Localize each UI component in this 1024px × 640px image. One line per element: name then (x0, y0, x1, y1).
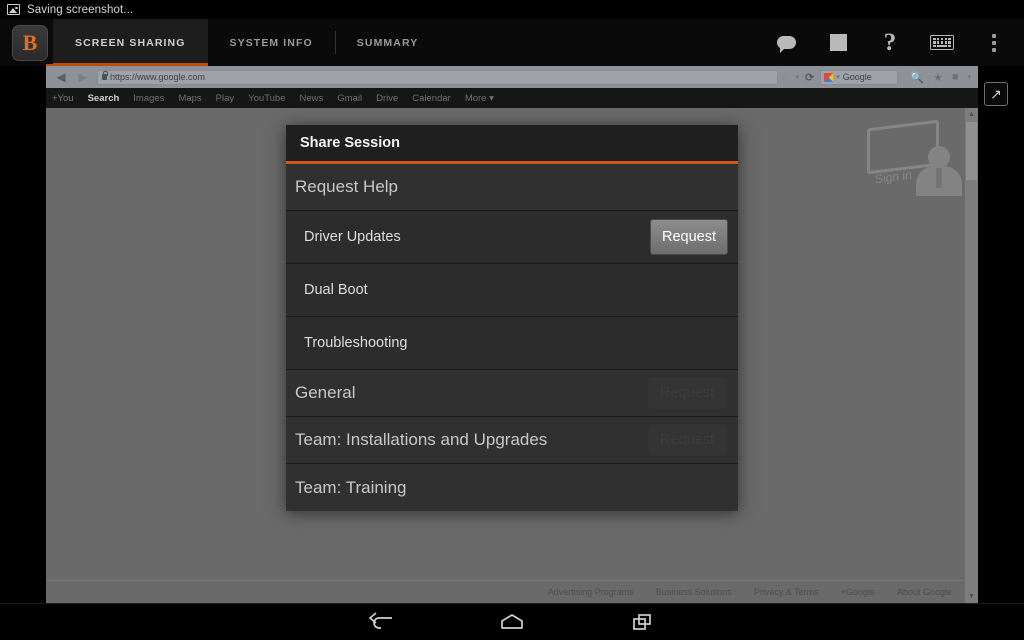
section-request-help[interactable]: Request Help (286, 164, 738, 211)
android-nav-bar (0, 603, 1024, 640)
google-nav-images[interactable]: Images (133, 93, 164, 104)
google-nav-drive[interactable]: Drive (376, 93, 398, 104)
section-team-installations-and-upgrades[interactable]: Team: Installations and Upgrades Request (286, 417, 738, 464)
scroll-up-icon[interactable]: ▲ (965, 108, 978, 121)
dialog-title: Share Session (286, 125, 738, 164)
section-label: Team: Training (295, 477, 407, 497)
settings-caret-icon[interactable]: ▾ (967, 73, 971, 81)
row-label: Dual Boot (304, 282, 368, 298)
back-icon[interactable] (365, 611, 399, 633)
settings-icon[interactable]: ■ (952, 71, 959, 83)
address-bar[interactable]: https://www.google.com (97, 69, 778, 85)
stop-icon[interactable] (826, 31, 850, 55)
request-button[interactable]: Request (649, 219, 728, 255)
request-button-ghost[interactable]: Request (647, 424, 726, 456)
section-label: General (295, 383, 356, 402)
footer-link-privacy[interactable]: Privacy & Terms (754, 587, 819, 597)
bookmark-star-icon[interactable]: ☆ (781, 72, 790, 83)
google-nav-maps[interactable]: Maps (178, 93, 201, 104)
app-logo: B (12, 25, 48, 61)
section-general[interactable]: General Request (286, 370, 738, 417)
google-nav-search[interactable]: Search (88, 93, 120, 104)
search-engine-label: Google (842, 72, 872, 82)
row-dual-boot[interactable]: Dual Boot (286, 264, 738, 317)
browser-back-icon[interactable]: ◀ (54, 70, 68, 84)
google-nav-more[interactable]: More ▾ (465, 93, 494, 104)
google-nav-bar: +You Search Images Maps Play YouTube New… (46, 88, 978, 108)
reload-icon[interactable]: ⟳ (805, 71, 814, 84)
share-session-dialog: Share Session Request Help Driver Update… (286, 125, 738, 511)
fullscreen-expand-button[interactable]: ↗ (984, 82, 1008, 106)
sign-in-watermark: Sign in (867, 119, 972, 200)
section-team-training[interactable]: Team: Training (286, 464, 738, 511)
tab-screen-sharing[interactable]: SCREEN SHARING (53, 19, 208, 66)
section-label: Team: Installations and Upgrades (295, 430, 548, 449)
image-icon (7, 4, 20, 15)
search-icon[interactable]: 🔍 (910, 71, 924, 84)
overflow-menu-icon[interactable] (982, 31, 1006, 55)
row-driver-updates[interactable]: Driver Updates Request (286, 211, 738, 264)
browser-forward-icon[interactable]: ▶ (76, 70, 90, 84)
address-bar-url: https://www.google.com (110, 72, 206, 82)
app-bar-actions: ? (774, 19, 1018, 66)
row-label: Troubleshooting (304, 335, 408, 351)
screen-root: Saving screenshot... B SCREEN SHARING SY… (0, 0, 1024, 640)
lock-icon (102, 71, 108, 80)
chat-icon[interactable] (774, 31, 798, 55)
browser-search-box[interactable]: ▾ Google (820, 69, 899, 85)
google-nav-calendar[interactable]: Calendar (412, 93, 451, 104)
google-nav-youtube[interactable]: YouTube (248, 93, 285, 104)
recents-icon[interactable] (625, 611, 659, 633)
android-status-bar: Saving screenshot... (0, 0, 1024, 19)
scrollbar-thumb[interactable] (966, 122, 977, 180)
sign-in-watermark-text: Sign in (875, 167, 912, 187)
tab-system-info[interactable]: SYSTEM INFO (208, 19, 335, 66)
status-text: Saving screenshot... (27, 3, 134, 16)
keyboard-icon[interactable] (930, 31, 954, 55)
google-nav-you[interactable]: +You (52, 93, 74, 104)
chevron-down-icon[interactable]: ▾ (796, 73, 800, 81)
search-engine-caret-icon: ▾ (836, 74, 840, 81)
vertical-scrollbar[interactable]: ▲ ▼ (965, 108, 978, 603)
google-footer: Advertising Programs Business Solutions … (46, 581, 978, 603)
footer-link-advertising[interactable]: Advertising Programs (548, 587, 634, 597)
home-icon[interactable] (495, 611, 529, 633)
request-button-ghost[interactable]: Request (647, 377, 726, 409)
google-nav-news[interactable]: News (300, 93, 324, 104)
footer-link-business[interactable]: Business Solutions (656, 587, 732, 597)
scroll-down-icon[interactable]: ▼ (965, 590, 978, 603)
browser-window-icons: 🔍 ★ ■ ▾ (904, 71, 971, 84)
google-nav-gmail[interactable]: Gmail (337, 93, 362, 104)
footer-link-plus-google[interactable]: +Google (841, 587, 875, 597)
browser-toolbar: ◀ ▶ https://www.google.com ☆ ▾ ⟳ ▾ Googl… (46, 66, 978, 88)
footer-link-about[interactable]: About Google (897, 587, 952, 597)
help-icon[interactable]: ? (878, 30, 902, 55)
app-bar: B SCREEN SHARING SYSTEM INFO SUMMARY ? (0, 19, 1024, 66)
browser-toolbar-right: ☆ ▾ ⟳ ▾ Google 🔍 ★ ■ ▾ (781, 69, 974, 85)
google-nav-play[interactable]: Play (216, 93, 234, 104)
row-label: Driver Updates (304, 229, 401, 245)
tab-summary[interactable]: SUMMARY (334, 19, 441, 66)
tab-bar: SCREEN SHARING SYSTEM INFO SUMMARY (53, 19, 440, 66)
google-icon (824, 72, 834, 82)
star-icon[interactable]: ★ (933, 71, 943, 84)
row-troubleshooting[interactable]: Troubleshooting (286, 317, 738, 370)
